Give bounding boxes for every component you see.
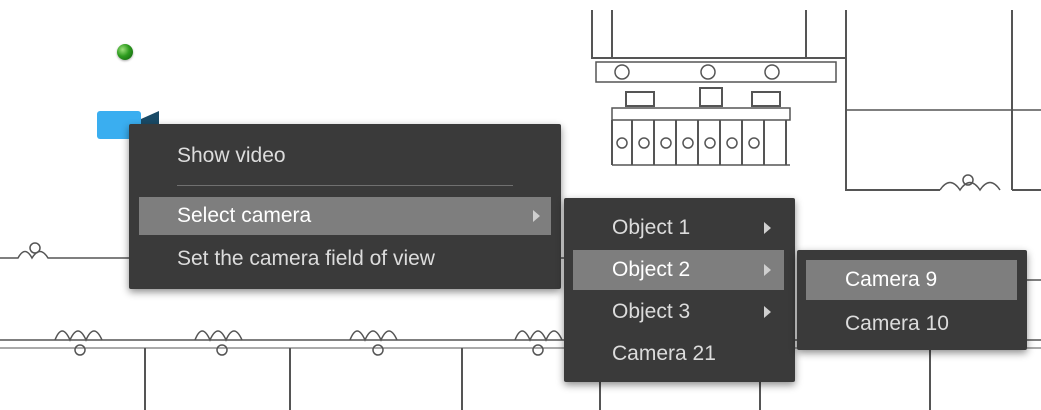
cameras-submenu: Camera 9 Camera 10 xyxy=(797,250,1027,350)
menu-item-label: Show video xyxy=(177,144,286,167)
menu-item-camera-21[interactable]: Camera 21 xyxy=(564,336,795,372)
menu-item-label: Set the camera field of view xyxy=(177,247,435,270)
menu-item-label: Camera 9 xyxy=(845,268,938,291)
menu-item-camera-9[interactable]: Camera 9 xyxy=(806,260,1017,300)
menu-separator xyxy=(177,185,513,186)
camera-context-menu: Show video Select camera Set the camera … xyxy=(129,124,561,289)
menu-item-label: Object 2 xyxy=(612,258,691,281)
submenu-arrow-icon xyxy=(764,222,771,234)
menu-item-show-video[interactable]: Show video xyxy=(129,139,561,173)
submenu-arrow-icon xyxy=(764,264,771,276)
objects-submenu: Object 1 Object 2 Object 3 Camera 21 xyxy=(564,198,795,382)
menu-item-label: Object 1 xyxy=(612,216,691,239)
submenu-arrow-icon xyxy=(764,306,771,318)
menu-item-label: Object 3 xyxy=(612,300,691,323)
menu-item-object-3[interactable]: Object 3 xyxy=(564,294,795,330)
menu-item-object-1[interactable]: Object 1 xyxy=(564,210,795,246)
menu-item-select-camera[interactable]: Select camera xyxy=(139,197,551,235)
menu-item-label: Camera 21 xyxy=(612,342,716,365)
menu-item-label: Camera 10 xyxy=(845,312,949,335)
green-dot-icon[interactable] xyxy=(117,44,133,60)
menu-item-object-2[interactable]: Object 2 xyxy=(573,250,784,290)
menu-item-set-field-of-view[interactable]: Set the camera field of view xyxy=(129,242,561,276)
menu-item-label: Select camera xyxy=(177,204,312,227)
submenu-arrow-icon xyxy=(533,210,540,222)
menu-item-camera-10[interactable]: Camera 10 xyxy=(797,306,1027,342)
